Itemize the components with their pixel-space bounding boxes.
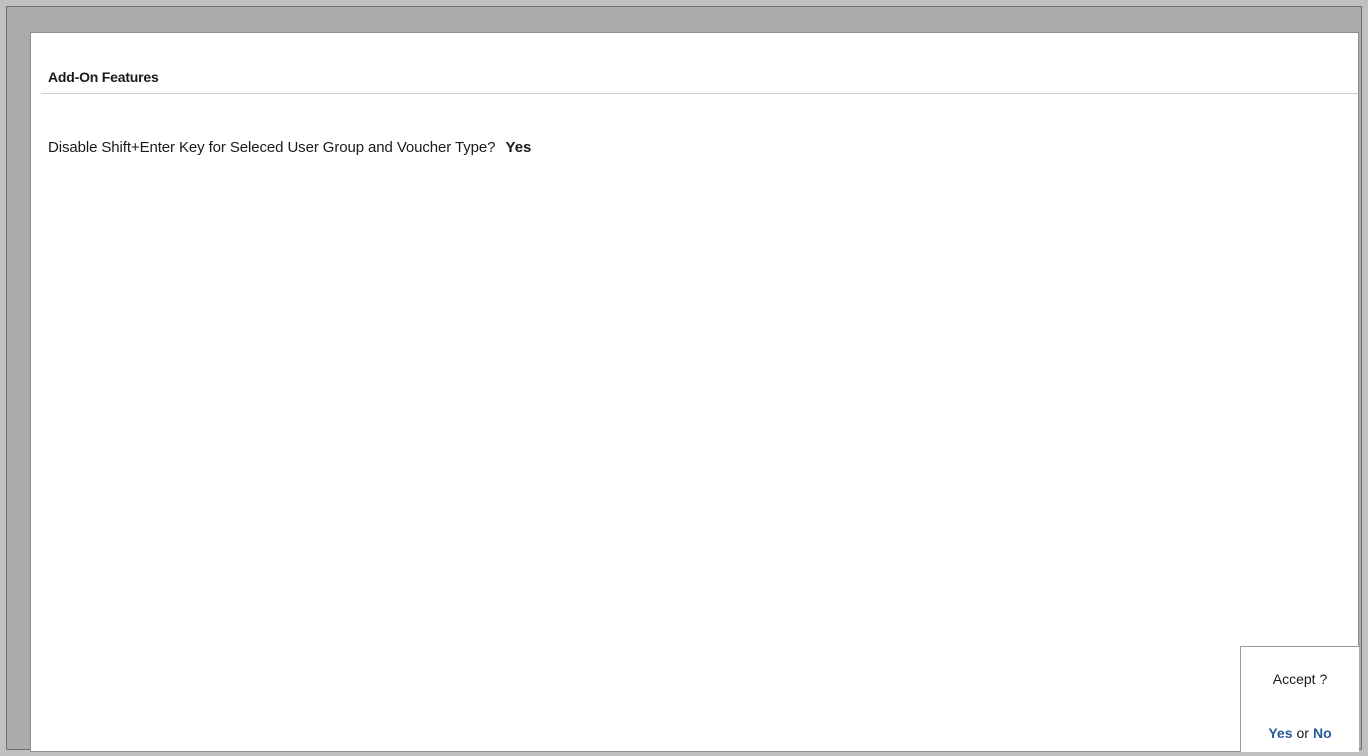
accept-or-text: or bbox=[1296, 725, 1309, 741]
window-frame: Add-On Features Disable Shift+Enter Key … bbox=[6, 6, 1362, 752]
screen-header: Add-On Features bbox=[41, 67, 1358, 94]
accept-question: Accept ? bbox=[1272, 671, 1328, 687]
accept-yes-button[interactable]: Yes bbox=[1268, 725, 1292, 741]
accept-no-button[interactable]: No bbox=[1313, 725, 1332, 741]
accept-choices: Yes or No bbox=[1241, 725, 1359, 741]
option-label: Disable Shift+Enter Key for Seleced User… bbox=[48, 139, 496, 156]
option-row-disable-shift-enter: Disable Shift+Enter Key for Seleced User… bbox=[48, 139, 531, 156]
option-value-field[interactable]: Yes bbox=[506, 139, 532, 156]
add-on-features-screen: Add-On Features Disable Shift+Enter Key … bbox=[30, 32, 1359, 752]
accept-dialog: Accept ? Yes or No bbox=[1240, 646, 1359, 752]
page-title: Add-On Features bbox=[48, 69, 159, 85]
